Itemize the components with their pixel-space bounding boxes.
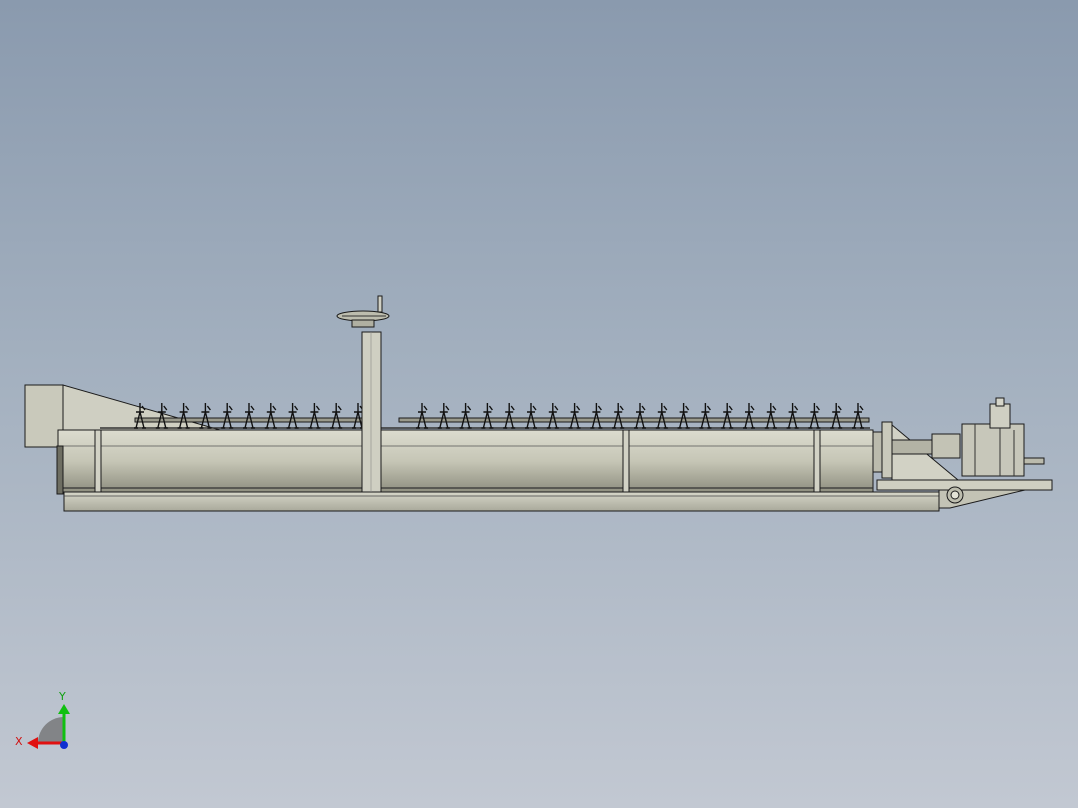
agitator-arm [525,403,537,429]
agitator-arm [286,403,299,429]
drive-base [876,479,1053,491]
z-axis-dot [60,741,68,749]
agitator-arm [743,403,755,429]
triad-quadrant [38,717,64,743]
coupling [931,433,961,459]
agitator-arm [764,403,777,429]
agitator-arm [243,403,255,429]
hand-wheel-handle [377,295,383,313]
agitator-arm [568,403,581,429]
trough-body [57,429,874,493]
y-axis-label: Y [58,690,66,703]
support-rib [622,429,630,493]
agitator-arm [308,403,321,429]
support-rib [94,429,102,493]
gear-motor-cap [995,397,1005,407]
agitator-arm [721,403,734,429]
agitator-arm [677,403,690,429]
agitator-rail-left [134,417,364,423]
gear-motor [961,423,1025,477]
feed-chute [62,384,221,431]
agitator-arm [264,403,277,429]
drive-plate [881,421,893,479]
agitator-arm [808,403,821,429]
agitator-arm [634,403,646,429]
motor-shaft [1023,457,1045,465]
agitator-arm [221,403,234,429]
agitator-arm [330,403,343,429]
base-frame [63,491,940,512]
inlet-hopper [24,384,64,448]
agitator-arm [699,403,712,429]
drive-shaft [891,439,937,455]
agitator-arm [786,403,799,429]
agitator-arm [655,403,668,429]
agitator-arms [134,403,864,429]
agitator-arm [546,403,559,429]
orientation-triad: Y X [15,690,70,749]
agitator-arm [590,403,603,429]
agitator-arm [830,403,843,429]
central-column [361,331,382,493]
agitator-arm [459,403,472,429]
support-rib [813,429,821,493]
x-axis-label: X [15,735,23,748]
agitator-rail-right [398,417,870,423]
trough-end-cap [56,445,64,495]
agitator-arm [503,403,516,429]
gear-motor-top [989,403,1011,429]
machine-model[interactable] [24,295,1053,512]
hand-wheel-hub [351,319,375,328]
agitator-arm [852,403,864,429]
agitator-arm [416,403,428,429]
cad-viewport[interactable]: Y X [0,0,1078,808]
agitator-arm [437,403,450,429]
agitator-arm [481,403,494,429]
agitator-arm [612,403,625,429]
